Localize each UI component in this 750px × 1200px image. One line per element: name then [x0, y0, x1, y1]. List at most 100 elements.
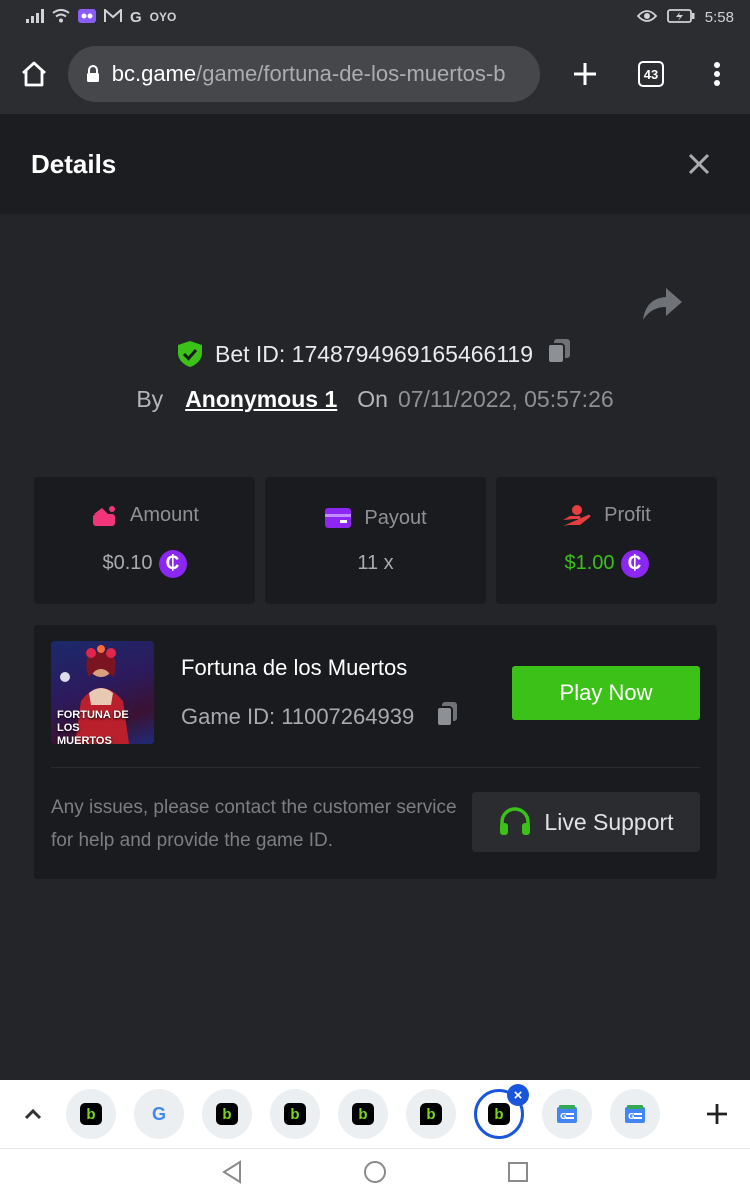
verified-shield-icon	[177, 341, 202, 367]
copy-icon	[547, 339, 571, 364]
home-icon	[21, 61, 46, 87]
live-support-button[interactable]: Live Support	[472, 792, 700, 852]
share-icon	[643, 288, 682, 320]
stat-payout: Payout 11 x	[265, 477, 486, 604]
headset-icon	[500, 807, 531, 835]
on-label: On	[357, 385, 388, 412]
stat-profit-value: $1.00	[564, 552, 615, 574]
browser-actions: 43	[552, 34, 750, 114]
coin-icon: ₵	[620, 549, 649, 578]
stat-amount-value-row: $0.10 ₵	[102, 549, 187, 578]
tab-bc-game[interactable]: b	[338, 1089, 388, 1139]
stat-amount: Amount $0.10 ₵	[34, 477, 255, 604]
home-button[interactable]	[0, 34, 68, 114]
recents-square-icon	[508, 1162, 528, 1182]
game-name: Fortuna de los Muertos	[181, 655, 408, 680]
status-bar: G OYO 5:58	[0, 0, 750, 34]
tab-strip-collapse-button[interactable]	[0, 1108, 66, 1120]
tab-bc-game[interactable]: b	[66, 1089, 116, 1139]
stat-amount-label: Amount	[130, 504, 199, 526]
system-nav-bar	[0, 1148, 750, 1200]
stat-amount-head: Amount	[90, 504, 199, 528]
browser-toolbar: bc.game/game/fortuna-de-los-muertos-b 43	[0, 34, 750, 114]
tab-google-news[interactable]: G	[610, 1089, 660, 1139]
address-bar[interactable]: bc.game/game/fortuna-de-los-muertos-b	[67, 46, 540, 102]
back-triangle-icon	[222, 1160, 241, 1184]
card-icon	[325, 508, 352, 528]
new-tab-button[interactable]	[552, 34, 618, 114]
bet-id-row: Bet ID: 1748794969165466119	[0, 334, 750, 374]
tab-bc-game[interactable]: b	[202, 1089, 252, 1139]
money-bag-icon	[93, 505, 116, 526]
bc-game-icon: b	[488, 1103, 510, 1125]
app-notification-icon	[78, 8, 96, 26]
copy-icon	[436, 702, 458, 727]
close-button[interactable]	[679, 144, 719, 184]
stat-payout-head: Payout	[324, 507, 427, 530]
browser-menu-button[interactable]	[684, 34, 750, 114]
google-news-icon: G	[557, 1105, 577, 1123]
bet-date: 07/11/2022, 05:57:26	[397, 385, 614, 412]
bet-id: Bet ID: 1748794969165466119	[214, 340, 534, 367]
bc-game-icon: b	[352, 1103, 374, 1125]
divider	[51, 767, 700, 768]
plus-icon	[707, 1104, 727, 1124]
live-support-label: Live Support	[544, 808, 674, 835]
new-tab-strip-button[interactable]	[684, 1103, 750, 1125]
copy-bet-id-button[interactable]	[545, 337, 573, 371]
google-icon: G	[130, 8, 142, 26]
game-card: FORTUNA DE LOS MUERTOS Fortuna de los Mu…	[34, 625, 717, 879]
google-icon: G	[151, 1103, 166, 1124]
stat-profit: Profit $1.00 ₵	[496, 477, 717, 604]
close-tab-button[interactable]: ×	[507, 1084, 529, 1106]
copy-game-id-button[interactable]	[434, 700, 460, 734]
share-button[interactable]	[640, 284, 684, 324]
game-id-row: Game ID: 11007264939	[181, 700, 460, 734]
more-vert-icon	[714, 62, 720, 86]
stat-profit-label: Profit	[604, 504, 651, 526]
plus-icon	[574, 63, 596, 85]
back-button[interactable]	[221, 1160, 243, 1189]
tab-google-news[interactable]: G	[542, 1089, 592, 1139]
coin-icon: ₵	[158, 549, 187, 578]
url-path: /game/fortuna-de-los-muertos-b	[196, 61, 506, 86]
tab-strip: b G b b b b b × G G	[0, 1080, 750, 1148]
tab-switcher-button[interactable]: 43	[618, 34, 684, 114]
game-thumbnail[interactable]: FORTUNA DE LOS MUERTOS	[51, 641, 154, 744]
status-left: G OYO	[26, 7, 176, 26]
close-icon	[688, 153, 710, 175]
url-text: bc.game/game/fortuna-de-los-muertos-b	[112, 61, 506, 87]
home-nav-button[interactable]	[363, 1160, 387, 1189]
bc-game-icon: b	[80, 1103, 102, 1125]
svg-text:G: G	[560, 1112, 567, 1121]
user-link[interactable]: Anonymous 1	[185, 386, 337, 413]
battery-icon	[666, 8, 695, 26]
tab-list: b G b b b b b × G G	[66, 1084, 660, 1139]
signal-icon	[26, 8, 44, 26]
bc-game-icon: b	[284, 1103, 306, 1125]
bc-game-icon: b	[216, 1103, 238, 1125]
game-thumb-title: FORTUNA DE LOS MUERTOS	[57, 709, 129, 744]
tab-bc-game-chat[interactable]: b	[406, 1089, 456, 1139]
bet-meta-row: By Anonymous 1 On 07/11/2022, 05:57:26	[0, 380, 750, 418]
stat-amount-value: $0.10	[102, 552, 153, 574]
by-label: By	[136, 385, 164, 412]
page-title: Details	[31, 148, 117, 179]
hand-profit-icon	[563, 504, 591, 526]
tab-bc-game[interactable]: b	[270, 1089, 320, 1139]
play-now-button[interactable]: Play Now	[512, 666, 700, 720]
tab-bc-game-active[interactable]: b ×	[474, 1084, 529, 1139]
stat-profit-value-row: $1.00 ₵	[564, 549, 649, 578]
url-host: bc.game	[111, 61, 197, 86]
details-header: Details	[0, 114, 750, 214]
help-text: Any issues, please contact the customer …	[51, 797, 457, 851]
recents-button[interactable]	[507, 1161, 529, 1188]
gmail-icon	[104, 7, 122, 26]
tab-google[interactable]: G	[134, 1089, 184, 1139]
home-circle-icon	[364, 1161, 386, 1183]
bc-game-chat-icon: b	[420, 1103, 442, 1125]
chevron-up-icon	[24, 1108, 42, 1120]
bet-stats: Amount $0.10 ₵ Payout 11 x Profit $1.00	[34, 477, 717, 604]
status-time: 5:58	[704, 8, 734, 26]
wifi-icon	[52, 8, 70, 26]
